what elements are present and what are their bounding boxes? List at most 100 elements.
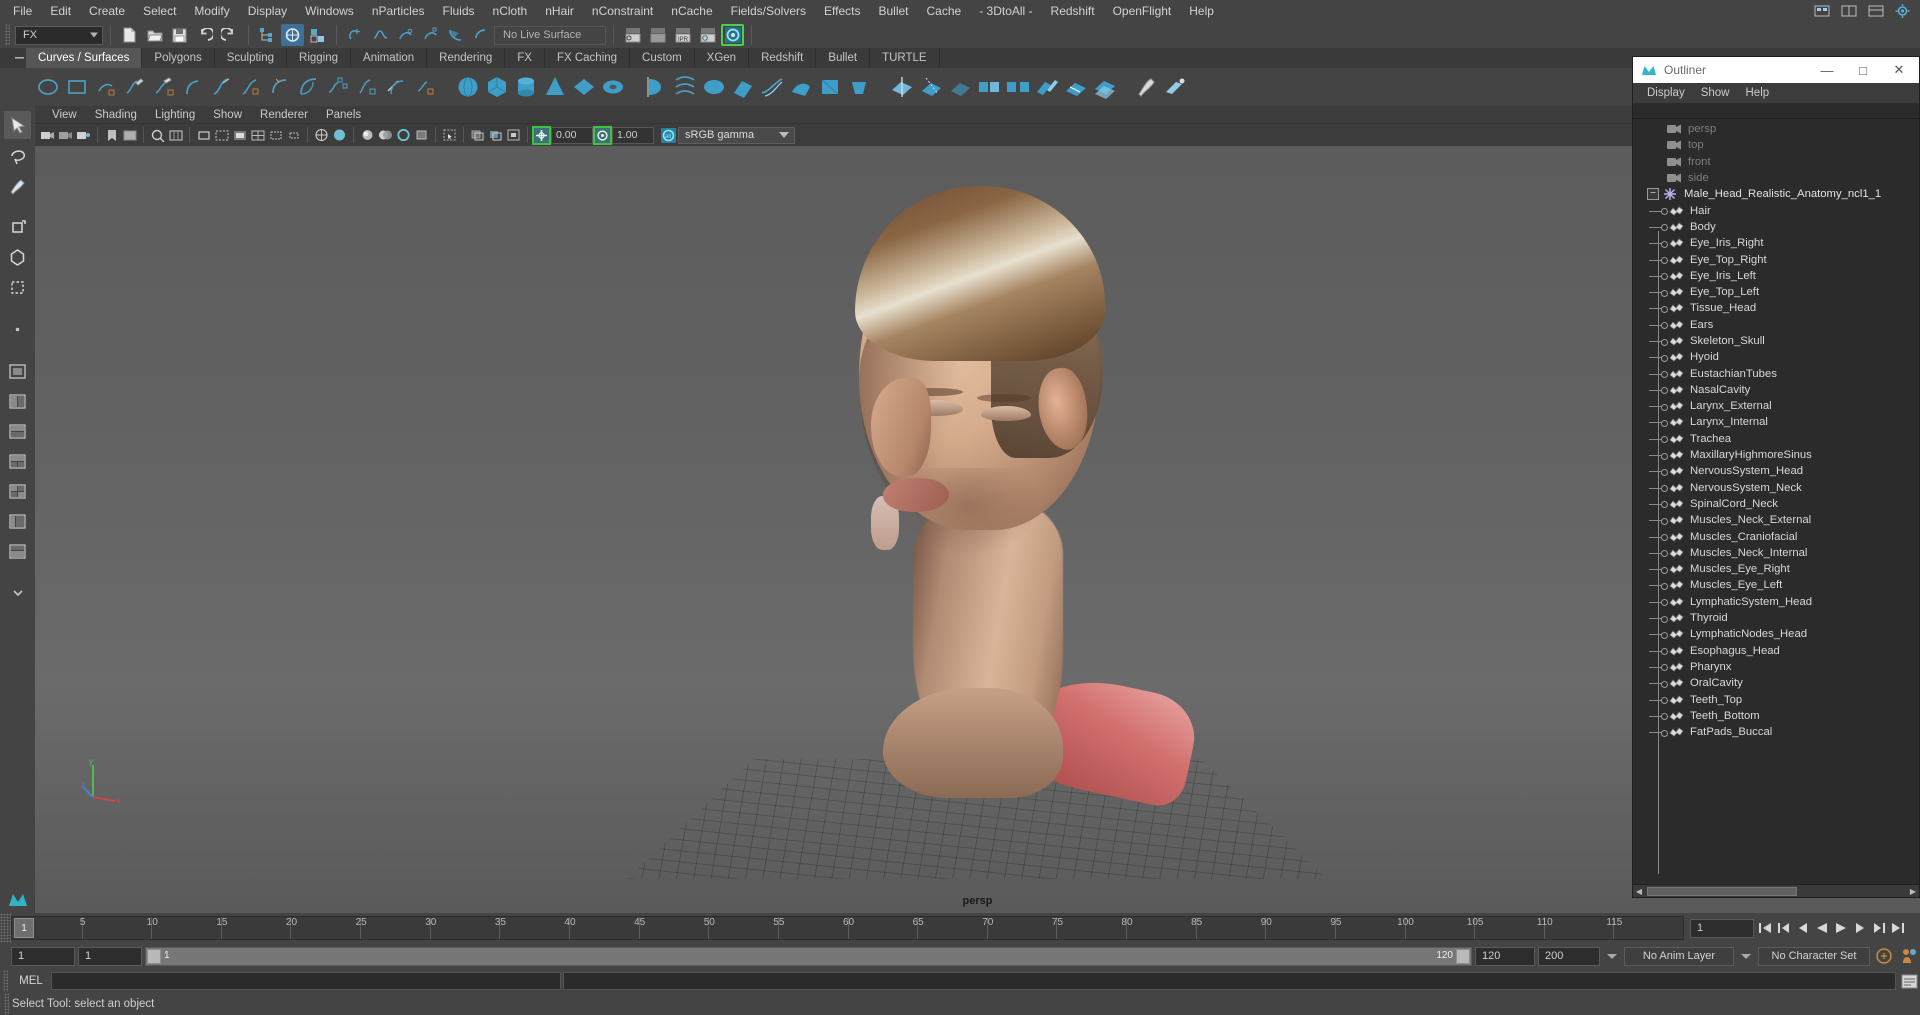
- outliner-item-thyroid[interactable]: Thyroid: [1633, 610, 1919, 626]
- step-forward-frame-icon[interactable]: [1852, 919, 1868, 938]
- command-language-label[interactable]: MEL: [11, 975, 51, 987]
- outliner-tree[interactable]: persp top front side − Male_Head_Realist…: [1633, 119, 1919, 884]
- screen-space-ao-icon[interactable]: [395, 126, 412, 144]
- workspace-save-icon[interactable]: [1810, 0, 1833, 22]
- outliner-menu-help[interactable]: Help: [1738, 85, 1778, 101]
- resolution-gate-icon[interactable]: [213, 126, 230, 144]
- menu-file[interactable]: File: [4, 1, 41, 21]
- outliner-item-maxillaryhighmoresinus[interactable]: MaxillaryHighmoreSinus: [1633, 447, 1919, 463]
- select-by-object-type-icon[interactable]: [281, 24, 304, 46]
- command-feedback-field[interactable]: [563, 972, 1896, 990]
- menu-display[interactable]: Display: [239, 1, 296, 21]
- range-start-field[interactable]: 1: [11, 946, 75, 966]
- film-gate-icon[interactable]: [195, 126, 212, 144]
- color-management-selector[interactable]: sRGB gamma: [678, 126, 795, 144]
- render-current-frame-icon[interactable]: [621, 24, 644, 46]
- menu-edit[interactable]: Edit: [41, 1, 80, 21]
- range-handle-right[interactable]: [1456, 948, 1470, 964]
- shelf-tab-turtle[interactable]: TURTLE: [870, 48, 940, 68]
- detach-curves-icon[interactable]: [353, 72, 380, 102]
- outliner-item-esophagus-head[interactable]: Esophagus_Head: [1633, 643, 1919, 659]
- shelf-menu-handle[interactable]: [12, 48, 26, 68]
- outliner-item-front[interactable]: front: [1633, 154, 1919, 170]
- menu-ncache[interactable]: nCache: [662, 1, 721, 21]
- rotate-tool[interactable]: [4, 243, 31, 271]
- go-to-start-icon[interactable]: [1757, 919, 1773, 938]
- time-slider-grip[interactable]: [0, 913, 11, 943]
- scale-tool[interactable]: [4, 273, 31, 301]
- shelf-tab-bullet[interactable]: Bullet: [816, 48, 871, 68]
- gate-mask-icon[interactable]: [231, 126, 248, 144]
- outliner-item-spinalcord-neck[interactable]: SpinalCord_Neck: [1633, 496, 1919, 512]
- outliner-menu-show[interactable]: Show: [1693, 85, 1738, 101]
- nurbs-sphere-icon[interactable]: [454, 72, 481, 102]
- paint-select-tool[interactable]: [4, 171, 31, 199]
- bevel-plus-icon[interactable]: [845, 72, 872, 102]
- outliner-item-skeleton-skull[interactable]: Skeleton_Skull: [1633, 333, 1919, 349]
- persp-outliner-layout-button[interactable]: [4, 507, 31, 535]
- redo-icon[interactable]: [218, 24, 241, 46]
- nurbs-cone-icon[interactable]: [541, 72, 568, 102]
- menu-help[interactable]: Help: [1180, 1, 1223, 21]
- menu-fluids[interactable]: Fluids: [434, 1, 484, 21]
- viewport-menu-show[interactable]: Show: [204, 107, 251, 123]
- snap-to-grid-icon[interactable]: [344, 24, 367, 46]
- pencil-curve-icon[interactable]: [121, 72, 148, 102]
- save-scene-icon[interactable]: [168, 24, 191, 46]
- boundary-surface-icon[interactable]: [787, 72, 814, 102]
- time-slider-track[interactable]: 1 5 10 15 20 25 30 35 40 45 50 55 60 65 70 75 80 85 90 95 1…: [11, 916, 1684, 940]
- outliner-item-nervoussystem-neck[interactable]: NervousSystem_Neck: [1633, 480, 1919, 496]
- statusline-grip[interactable]: [5, 24, 10, 46]
- character-set-selector[interactable]: No Character Set: [1758, 946, 1870, 966]
- two-pane-stacked-layout-button[interactable]: [4, 417, 31, 445]
- three-pane-layout-button[interactable]: [4, 447, 31, 475]
- script-editor-icon[interactable]: [1898, 970, 1920, 992]
- safe-action-icon[interactable]: [267, 126, 284, 144]
- animation-end-field[interactable]: 120: [1475, 946, 1535, 966]
- sculpt-geometry-tool-icon[interactable]: [1132, 72, 1159, 102]
- bookmark-icon[interactable]: [103, 126, 120, 144]
- nurbs-circle-icon[interactable]: [34, 72, 61, 102]
- single-pane-layout-button[interactable]: [4, 357, 31, 385]
- nurbs-plane-icon[interactable]: [570, 72, 597, 102]
- outliner-item-muscles-eye-right[interactable]: Muscles_Eye_Right: [1633, 561, 1919, 577]
- color-management-icon[interactable]: all: [660, 126, 677, 144]
- attach-curves-icon[interactable]: [324, 72, 351, 102]
- curve-fillet-icon[interactable]: [411, 72, 438, 102]
- grid-toggle-icon[interactable]: [167, 126, 184, 144]
- outliner-menu-display[interactable]: Display: [1639, 85, 1693, 101]
- undo-icon[interactable]: [193, 24, 216, 46]
- xray-joints-icon[interactable]: [487, 126, 504, 144]
- outliner-item-top[interactable]: top: [1633, 137, 1919, 153]
- outliner-item-tissue-head[interactable]: Tissue_Head: [1633, 300, 1919, 316]
- nurbs-torus-icon[interactable]: [599, 72, 626, 102]
- outliner-item-eustachiantubes[interactable]: EustachianTubes: [1633, 365, 1919, 381]
- scroll-right-arrow-icon[interactable]: ▶: [1907, 886, 1919, 897]
- scroll-left-arrow-icon[interactable]: ◀: [1633, 886, 1645, 897]
- animation-start-field[interactable]: 1: [78, 946, 142, 966]
- status-bar-grip[interactable]: [4, 993, 9, 1015]
- outliner-item-nervoussystem-head[interactable]: NervousSystem_Head: [1633, 463, 1919, 479]
- chevron-down-icon[interactable]: [1741, 953, 1751, 959]
- range-bar[interactable]: 1 120: [145, 946, 1472, 966]
- current-time-indicator[interactable]: 1: [14, 918, 34, 938]
- outliner-item-pharynx[interactable]: Pharynx: [1633, 659, 1919, 675]
- birail-icon[interactable]: [758, 72, 785, 102]
- snap-to-view-plane-icon[interactable]: [444, 24, 467, 46]
- isolate-select-icon[interactable]: [441, 126, 458, 144]
- make-live-icon[interactable]: [469, 24, 492, 46]
- shelf-tab-fx[interactable]: FX: [505, 48, 545, 68]
- viewport-menu-shading[interactable]: Shading: [86, 107, 146, 123]
- menu-nhair[interactable]: nHair: [536, 1, 583, 21]
- outliner-item-eye-top-right[interactable]: Eye_Top_Right: [1633, 251, 1919, 267]
- loft-icon[interactable]: [671, 72, 698, 102]
- align-surfaces-icon[interactable]: [1033, 72, 1060, 102]
- hypershade-persp-layout-button[interactable]: [4, 537, 31, 565]
- shelf-tab-fx-caching[interactable]: FX Caching: [544, 48, 631, 68]
- attach-surfaces-icon[interactable]: [975, 72, 1002, 102]
- outliner-item-hyoid[interactable]: Hyoid: [1633, 349, 1919, 365]
- menu-ncloth[interactable]: nCloth: [484, 1, 537, 21]
- image-plane-icon[interactable]: [121, 126, 138, 144]
- workspace-selector-icon[interactable]: [1864, 0, 1887, 22]
- xray-active-components-icon[interactable]: [505, 126, 522, 144]
